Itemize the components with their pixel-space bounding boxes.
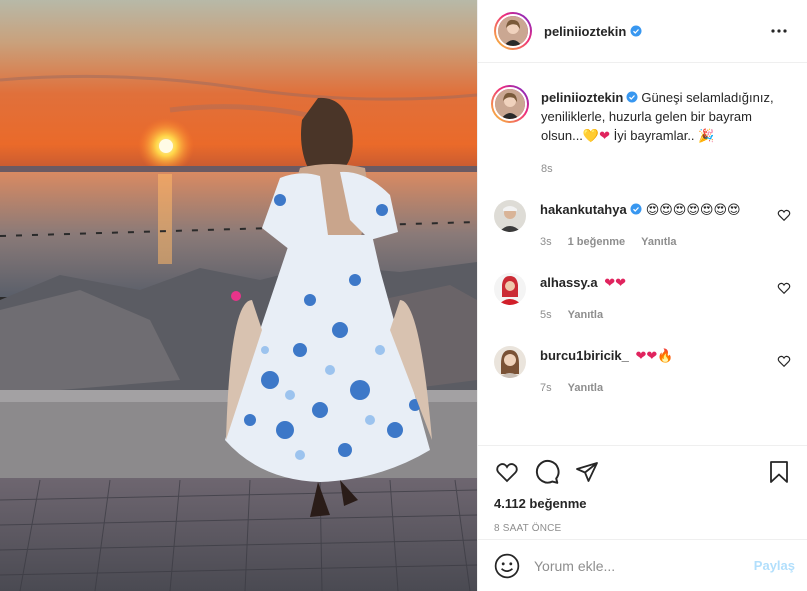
more-options-icon[interactable] [767,19,791,43]
comment-avatar[interactable] [494,346,526,378]
share-icon[interactable] [574,456,614,488]
comment-likes[interactable]: 1 beğenme [568,233,625,251]
comment-meta: 3s 1 beğenme Yanıtla [540,233,767,251]
post-viewer: peliniioztekin peliniioztekin Güneşi sel… [0,0,807,591]
heart-icon[interactable] [777,354,791,368]
caption-avatar-image [495,89,525,119]
comment-body: burcu1biricik_ ❤❤🔥 7s Yanıtla [540,346,791,397]
caption-body: peliniioztekin Güneşi selamladığınız, yen… [541,88,791,178]
sunset-photo-image [0,0,477,591]
post-photo[interactable] [0,0,477,591]
comment-time[interactable]: 7s [540,379,552,397]
yellow-heart-emoji: 💛 [582,129,600,144]
heart-icon[interactable] [777,208,791,222]
comment-avatar[interactable] [494,200,526,232]
comment-meta: 5s Yanıtla [540,306,767,324]
reply-button[interactable]: Yanıtla [641,233,676,251]
comment-icon[interactable] [534,456,574,488]
red-heart-emoji: ❤ [599,129,611,144]
verified-badge-icon [626,91,638,103]
action-icons-row [494,456,791,488]
heart-icon[interactable] [777,281,791,295]
post-side-panel: peliniioztekin peliniioztekin Güneşi sel… [477,0,807,591]
comment-username[interactable]: hakankutahya [540,202,627,217]
caption-meta: 8s [541,160,791,178]
caption-avatar[interactable] [491,85,529,123]
verified-badge-icon [630,203,642,215]
caption-username[interactable]: peliniioztekin [541,90,623,105]
reply-button[interactable]: Yanıtla [568,306,603,324]
verified-badge-icon [630,25,642,37]
comment-username[interactable]: burcu1biricik_ [540,348,629,363]
caption-text-2: İyi bayramlar.. [610,128,695,143]
comment-item: alhassy.a ❤❤ 5s Yanıtla [494,273,791,324]
post-header: peliniioztekin [478,0,807,63]
bookmark-icon[interactable] [767,456,791,488]
comment-text: ❤❤ [604,276,627,291]
comment-time[interactable]: 3s [540,233,552,251]
comment-text: ❤❤🔥 [635,349,674,364]
author-avatar-image [498,16,528,46]
comment-meta: 7s Yanıtla [540,379,767,397]
post-actions: 4.112 beğenme 8 SAAT ÖNCE [478,445,807,534]
party-popper-emoji: 🎉 [698,129,715,144]
comment-body: hakankutahya 😍😍😍😍😍😍😍 3s 1 beğenme Yanıtla [540,200,791,251]
reply-button[interactable]: Yanıtla [568,379,603,397]
emoji-icon[interactable] [494,553,520,579]
comment-input[interactable] [534,557,754,574]
posted-time[interactable]: 8 SAAT ÖNCE [494,523,791,534]
comment-avatar[interactable] [494,273,526,305]
heart-icon[interactable] [494,456,534,488]
caption-time[interactable]: 8s [541,160,553,178]
author-avatar[interactable] [494,12,532,50]
post-comment-button[interactable]: Paylaş [754,558,795,573]
author-username[interactable]: peliniioztekin [544,24,626,39]
comment-item: hakankutahya 😍😍😍😍😍😍😍 3s 1 beğenme Yanıtla [494,200,791,251]
comment-text: 😍😍😍😍😍😍😍 [645,203,741,218]
comment-time[interactable]: 5s [540,306,552,324]
comment-body: alhassy.a ❤❤ 5s Yanıtla [540,273,791,324]
caption: peliniioztekin Güneşi selamladığınız, yen… [491,85,791,178]
comment-username[interactable]: alhassy.a [540,275,598,290]
like-count[interactable]: 4.112 beğenme [494,496,791,511]
comments-list[interactable]: peliniioztekin Güneşi selamladığınız, yen… [478,63,807,445]
comment-item: burcu1biricik_ ❤❤🔥 7s Yanıtla [494,346,791,397]
add-comment-bar: Paylaş [478,539,807,591]
